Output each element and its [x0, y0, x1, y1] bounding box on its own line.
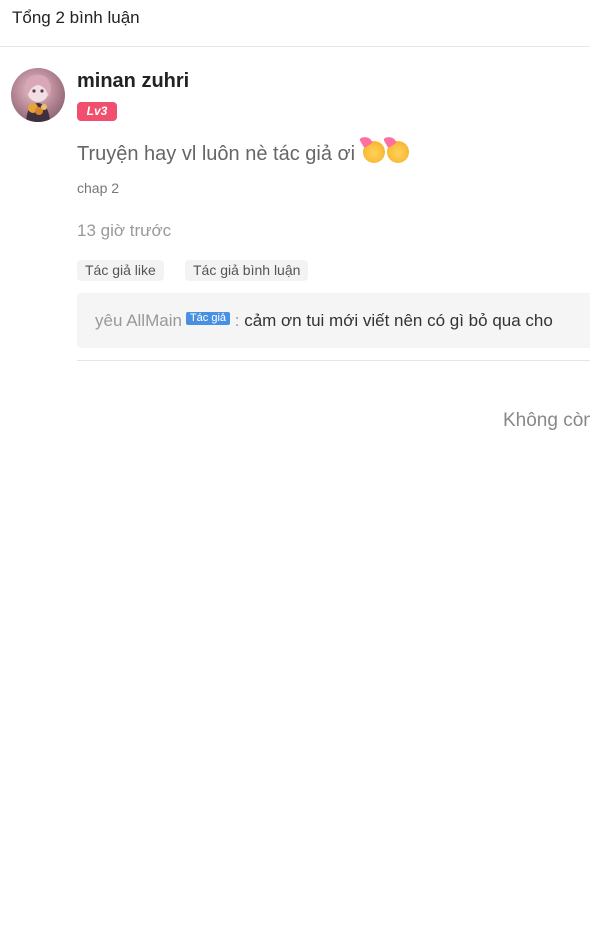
no-more-comments-label: Không còn [503, 410, 590, 431]
author-reply[interactable]: yêu AllMain Tác giả : cảm ơn tui mới viết… [77, 293, 590, 348]
avatar-illustration [25, 74, 51, 122]
reply-text: cảm ơn tui mới viết nên có gì bỏ qua cho [244, 311, 553, 330]
reply-line: yêu AllMain Tác giả : cảm ơn tui mới viết… [95, 311, 553, 331]
author-badge: Tác giả [185, 312, 231, 325]
commenter-username[interactable]: minan zuhri [77, 70, 189, 93]
chapter-label[interactable]: chap 2 [77, 180, 119, 196]
author-liked-tag: Tác giả like [77, 260, 164, 281]
reply-separator: : [230, 311, 245, 330]
comments-header: Tổng 2 bình luận [0, 0, 590, 47]
partying-face-icon [386, 141, 409, 163]
partying-face-icon [362, 141, 385, 163]
avatar[interactable] [11, 68, 65, 122]
comment-timestamp: 13 giờ trước [77, 221, 172, 240]
reply-author[interactable]: yêu AllMain [95, 311, 182, 330]
comment-body: Truyện hay vl luôn nè tác giả ơi [77, 141, 409, 166]
author-replied-tag: Tác giả bình luận [185, 260, 309, 281]
divider [77, 360, 590, 361]
level-badge: Lv3 [77, 102, 117, 121]
comment-count-title: Tổng 2 bình luận [12, 8, 140, 27]
comment-text: Truyện hay vl luôn nè tác giả ơi [77, 143, 356, 165]
